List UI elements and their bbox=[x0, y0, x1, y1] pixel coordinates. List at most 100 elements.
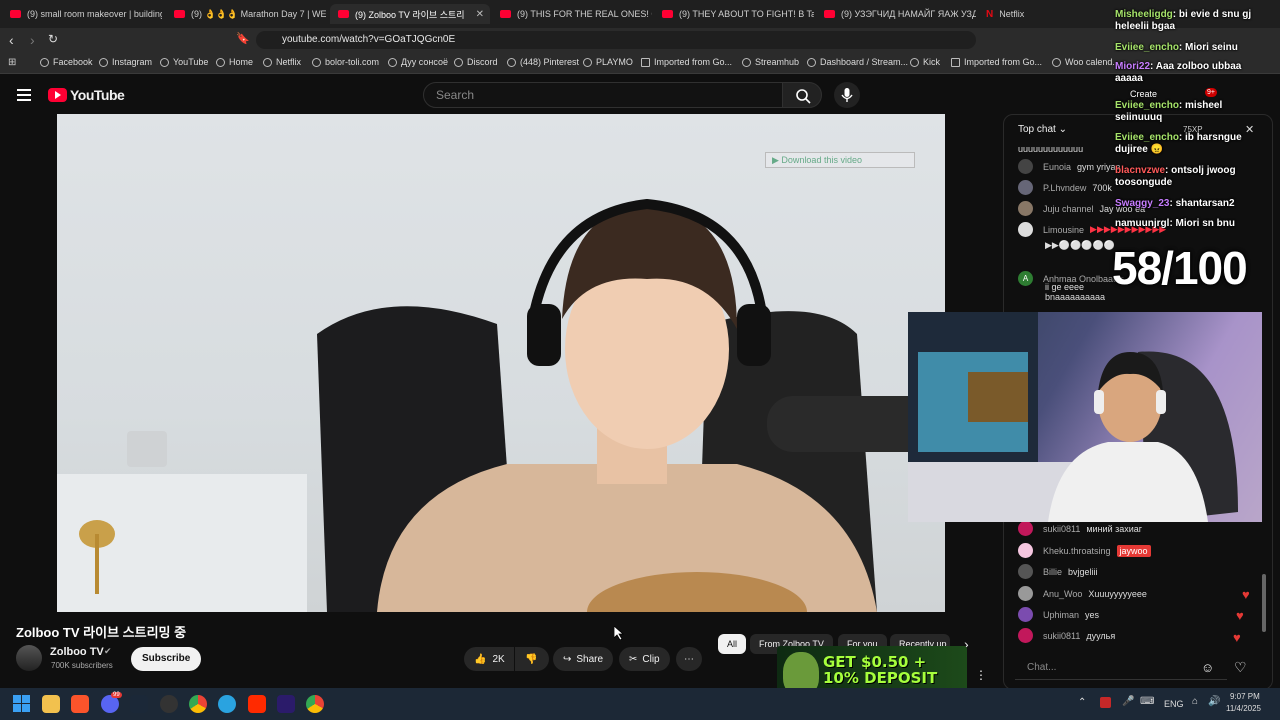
keyboard-icon[interactable]: ⌨ bbox=[1140, 696, 1154, 707]
bookmark-duu-sonsoyo[interactable]: Дуу сонсоё bbox=[388, 57, 448, 67]
bookmark-folder-imported-1[interactable]: Imported from Go... bbox=[641, 57, 732, 67]
chrome-icon-2[interactable] bbox=[306, 695, 324, 713]
emoji-icon[interactable]: ☺ bbox=[1201, 660, 1214, 675]
search-input[interactable]: Search bbox=[423, 82, 783, 108]
chrome-icon[interactable] bbox=[189, 695, 207, 713]
bookmark-label: Discord bbox=[467, 57, 498, 67]
tray-app-icon[interactable] bbox=[1100, 697, 1111, 708]
telegram-icon[interactable] bbox=[218, 695, 236, 713]
chat-author[interactable]: Anu_Woo bbox=[1043, 589, 1082, 599]
network-icon[interactable]: ⌂ bbox=[1192, 696, 1198, 707]
tab-1[interactable]: (9) small room makeover | building n bbox=[2, 4, 162, 24]
clip-button[interactable]: ✂ Clip bbox=[619, 647, 670, 671]
chat-input[interactable]: Chat... bbox=[1015, 656, 1227, 680]
youtube-logo-icon[interactable] bbox=[48, 88, 67, 102]
forward-icon[interactable]: › bbox=[30, 32, 35, 48]
bookmark-label: Imported from Go... bbox=[964, 57, 1043, 67]
clock-date[interactable]: 11/4/2025 bbox=[1226, 704, 1261, 713]
tab-label: (9) Zolboo TV 라이브 스트리 bbox=[355, 9, 465, 20]
chat-author[interactable]: Billie bbox=[1043, 567, 1062, 577]
subscribe-button[interactable]: Subscribe bbox=[131, 647, 202, 671]
chat-mode-label: Top chat bbox=[1018, 124, 1056, 135]
tab-7[interactable]: N Netflix bbox=[978, 4, 1098, 24]
tab-3-active[interactable]: (9) Zolboo TV 라이브 스트리 ✕ bbox=[330, 4, 490, 24]
illustrator-icon[interactable] bbox=[248, 695, 266, 713]
reload-icon[interactable]: ↻ bbox=[48, 32, 58, 46]
chat-author[interactable]: P.Lhvndew bbox=[1043, 183, 1086, 193]
bookmark-playmo[interactable]: PLAYMO bbox=[583, 57, 633, 67]
chip-all[interactable]: All bbox=[718, 634, 747, 654]
close-tab-icon[interactable]: ✕ bbox=[476, 9, 484, 20]
back-icon[interactable]: ‹ bbox=[9, 32, 14, 48]
app-icon[interactable] bbox=[160, 695, 178, 713]
notification-badge[interactable]: 9+ bbox=[1205, 88, 1217, 97]
bookmark-label: bolor-toli.com bbox=[325, 57, 380, 67]
url-field[interactable]: youtube.com/watch?v=GOaTJQGcn0E bbox=[256, 31, 976, 49]
chat-author[interactable]: Limousine bbox=[1043, 225, 1084, 235]
bookmark-facebook[interactable]: Facebook bbox=[40, 57, 93, 67]
tray-overflow-icon[interactable]: ⌃ bbox=[1078, 697, 1086, 708]
share-button[interactable]: ↪ Share bbox=[553, 647, 614, 671]
heart-reaction-icon[interactable]: ♡ bbox=[1234, 659, 1247, 676]
globe-icon bbox=[807, 57, 816, 67]
mic-tray-icon[interactable]: 🎤 bbox=[1122, 696, 1134, 707]
bookmark-folder-imported-2[interactable]: Imported from Go... bbox=[951, 57, 1042, 67]
youtube-logo-text[interactable]: YouTube bbox=[70, 87, 125, 103]
heart-icon: ♥ bbox=[1242, 587, 1250, 602]
voice-search-button[interactable] bbox=[834, 82, 860, 108]
bookmark-bolor-toli[interactable]: bolor-toli.com bbox=[312, 57, 379, 67]
overlay-text: : Miori sn bnu bbox=[1169, 218, 1235, 229]
bookmark-discord[interactable]: Discord bbox=[454, 57, 498, 67]
steam-icon[interactable] bbox=[130, 695, 148, 713]
bookmark-label: PLAYMO bbox=[596, 57, 633, 67]
tab-6[interactable]: (9) УЗЭГЧИД НАМАЙГ ЯАЖ УЗДЭГ bbox=[816, 4, 976, 24]
chat-scrollbar[interactable] bbox=[1262, 574, 1266, 632]
chat-author[interactable]: sukii0811 bbox=[1043, 524, 1080, 534]
bookmark-dashboard[interactable]: Dashboard / Stream... bbox=[807, 57, 908, 67]
bookmark-kick[interactable]: Kick bbox=[910, 57, 940, 67]
bookmark-instagram[interactable]: Instagram bbox=[99, 57, 152, 67]
bookmark-icon[interactable]: 🔖 bbox=[236, 32, 250, 45]
menu-icon[interactable] bbox=[17, 89, 31, 101]
bookmark-label: Streamhub bbox=[755, 57, 800, 67]
chat-author[interactable]: Kheku.throatsing bbox=[1043, 546, 1111, 556]
bookmark-youtube[interactable]: YouTube bbox=[160, 57, 208, 67]
bookmark-streamhub[interactable]: Streamhub bbox=[742, 57, 799, 67]
chat-mode-dropdown[interactable]: Top chat ⌄ bbox=[1018, 124, 1067, 135]
chat-author[interactable]: Uphiman bbox=[1043, 610, 1079, 620]
chat-author[interactable]: Eunoia bbox=[1043, 162, 1071, 172]
chat-author[interactable]: sukii0811 bbox=[1043, 631, 1080, 641]
language-indicator[interactable]: ENG bbox=[1164, 699, 1184, 709]
chat-author[interactable]: Juju channel bbox=[1043, 204, 1094, 214]
download-label: Download this video bbox=[781, 155, 862, 165]
channel-name[interactable]: Zolboo TV bbox=[50, 646, 104, 658]
avatar bbox=[1018, 564, 1033, 579]
video-player[interactable]: ▶ Download this video bbox=[57, 114, 945, 612]
tab-label: (9) THEY ABOUT TO FIGHT! B Tamir bbox=[679, 9, 814, 19]
close-icon[interactable]: ✕ bbox=[1245, 123, 1254, 136]
file-explorer-icon[interactable] bbox=[42, 695, 60, 713]
clock-time[interactable]: 9:07 PM bbox=[1230, 692, 1260, 701]
chat-message: Billie bvjgeliii bbox=[1018, 564, 1098, 579]
tab-2[interactable]: (9) 👌👌👌 Marathon Day 7 | WE U bbox=[166, 4, 326, 24]
volume-icon[interactable]: 🔊 bbox=[1208, 696, 1220, 707]
download-video-button[interactable]: ▶ Download this video bbox=[765, 152, 915, 168]
dislike-button[interactable]: 👎 bbox=[515, 647, 549, 671]
brave-browser-icon[interactable] bbox=[71, 695, 89, 713]
apps-grid-icon[interactable]: ⊞ bbox=[8, 57, 16, 68]
overlay-user: Miori22 bbox=[1115, 61, 1151, 72]
tab-5[interactable]: (9) THEY ABOUT TO FIGHT! B Tamir bbox=[654, 4, 814, 24]
create-button[interactable]: Create bbox=[1130, 89, 1157, 99]
bookmark-pinterest[interactable]: (448) Pinterest bbox=[507, 57, 579, 67]
search-button[interactable] bbox=[782, 82, 822, 108]
chat-text: jaywoo bbox=[1116, 544, 1151, 557]
tab-4[interactable]: (9) THIS FOR THE REAL ONES! Ginjin bbox=[492, 4, 652, 24]
premiere-icon[interactable] bbox=[277, 695, 295, 713]
like-button[interactable]: 👍 2K bbox=[464, 647, 514, 671]
bookmark-netflix[interactable]: Netflix bbox=[263, 57, 301, 67]
channel-avatar[interactable] bbox=[16, 645, 42, 671]
ad-menu-icon[interactable]: ⋮ bbox=[975, 668, 987, 682]
bookmark-home[interactable]: Home bbox=[216, 57, 253, 67]
windows-start-icon[interactable] bbox=[13, 695, 31, 713]
more-actions-button[interactable]: ⋯ bbox=[676, 647, 702, 671]
